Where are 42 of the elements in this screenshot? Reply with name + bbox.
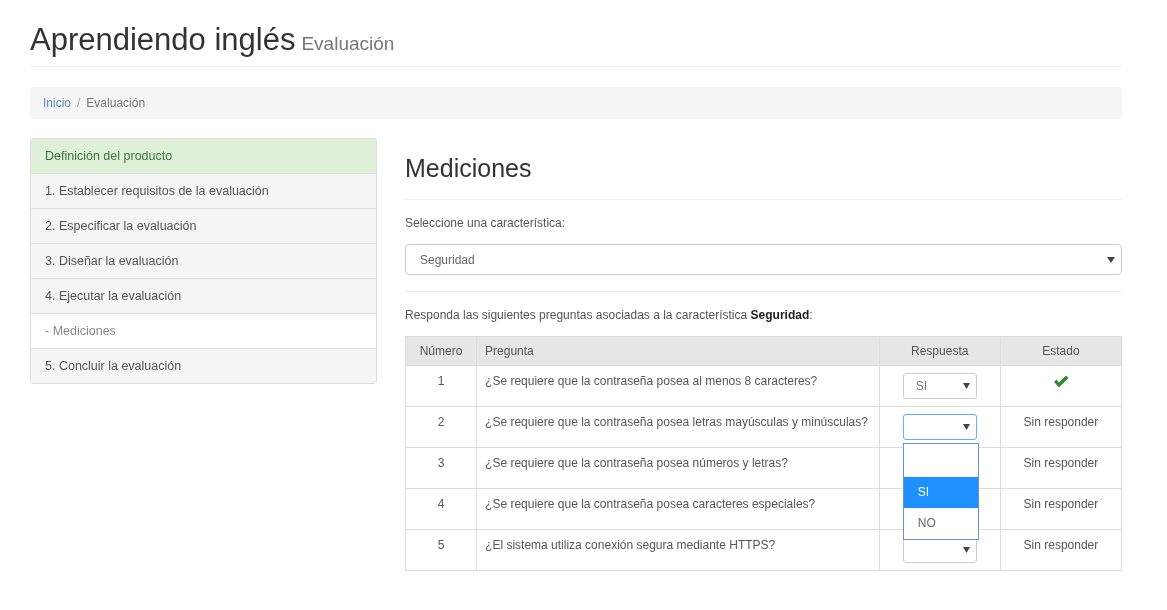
dropdown-option[interactable]: SI <box>903 477 978 508</box>
number-cell: 3 <box>405 447 477 489</box>
column-header: Estado <box>1000 336 1122 366</box>
question-cell: ¿Se requiere que la contraseña posea letras mayúsculas y minúsculas? <box>476 406 880 448</box>
instructions-text: Responda las siguientes preguntas asociadas a la característica Seguridad: <box>405 308 814 322</box>
select-label: Seleccione una característica: <box>405 216 567 230</box>
sidebar-item[interactable]: 5. Concluir la evaluación <box>31 349 376 383</box>
sidebar-heading: Definición del producto <box>31 139 376 174</box>
status-text: Sin responder <box>1023 456 1099 470</box>
column-header: Número <box>405 336 477 366</box>
status-text: Sin responder <box>1023 538 1099 552</box>
sidebar-item[interactable]: 3. Diseñar la evaluación <box>31 244 376 279</box>
breadcrumb-current: Evaluación <box>86 96 146 110</box>
answer-select[interactable]: SI <box>902 373 977 399</box>
column-header: Pregunta <box>476 336 880 366</box>
breadcrumb-link[interactable]: Inicio <box>43 96 71 110</box>
answer-select[interactable] <box>902 537 977 563</box>
question-cell: ¿Se requiere que la contraseña posea al menos 8 caracteres? <box>476 365 880 407</box>
number-cell: 1 <box>405 365 477 407</box>
number-cell: 4 <box>405 488 477 530</box>
dropdown-option[interactable]: NO <box>903 508 978 539</box>
number-cell: 2 <box>405 406 477 448</box>
characteristic-select[interactable]: Seguridad <box>405 244 1122 275</box>
question-cell: ¿Se requiere que la contraseña posea números y letras? <box>476 447 880 489</box>
status-text: Sin responder <box>1023 497 1099 511</box>
page-title: Aprendiendo inglés <box>30 22 296 58</box>
section-title: Mediciones <box>405 154 533 183</box>
number-cell: 5 <box>405 529 477 571</box>
sidebar-item[interactable]: 4. Ejecutar la evaluación <box>31 279 376 314</box>
sidebar-item[interactable]: 2. Especificar la evaluación <box>31 209 376 244</box>
breadcrumb-separator: / <box>77 96 81 110</box>
answer-select[interactable] <box>902 414 977 440</box>
sidebar-item[interactable]: 1. Establecer requisitos de la evaluación <box>31 174 376 209</box>
question-cell: ¿El sistema utiliza conexión segura mediante HTTPS? <box>476 529 880 571</box>
column-header: Respuesta <box>879 336 1001 366</box>
caret-icon <box>1107 256 1115 263</box>
caret-icon <box>962 383 970 389</box>
caret-icon <box>962 547 970 553</box>
question-cell: ¿Se requiere que la contraseña posea caracteres especiales? <box>476 488 880 530</box>
caret-icon <box>962 424 970 430</box>
status-text: Sin responder <box>1023 415 1099 429</box>
page-subtitle: Evaluación <box>301 33 395 55</box>
